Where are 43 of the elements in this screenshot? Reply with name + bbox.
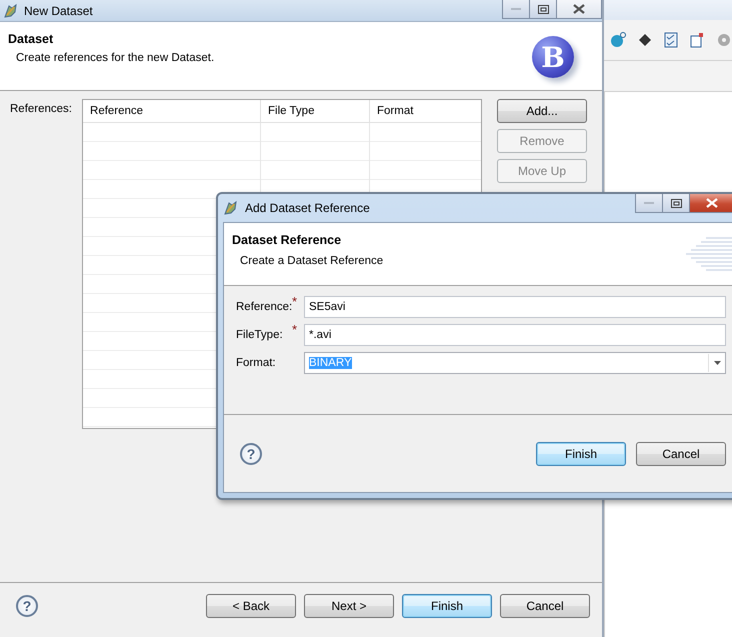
logo-icon: B	[532, 36, 574, 78]
maximize-button[interactable]	[530, 0, 557, 19]
wizard-button[interactable]: Finish	[402, 594, 492, 618]
dialog-button[interactable]: Cancel	[636, 442, 726, 466]
sphere-icon	[610, 32, 626, 48]
required-marker: *	[292, 322, 298, 337]
page-description: Create references for the new Dataset.	[15, 52, 214, 64]
close-button[interactable]	[557, 0, 602, 19]
dropdown-arrow-icon	[714, 361, 720, 365]
minimize-icon	[511, 7, 521, 11]
window-icon	[3, 2, 19, 18]
maximize-button[interactable]	[663, 194, 690, 213]
field-label: Format:	[236, 356, 276, 371]
checklist-icon	[664, 32, 678, 48]
page-title: Dataset Reference	[232, 233, 342, 247]
wizard-button[interactable]: Next >	[304, 594, 394, 618]
text-field[interactable]: SE5avi	[304, 296, 726, 318]
column-header: Reference	[83, 100, 262, 122]
page-description: Create a Dataset Reference	[239, 255, 384, 267]
field-label: FileType:	[236, 328, 283, 343]
column-header: Format	[376, 104, 414, 119]
restore-icon	[538, 4, 548, 14]
help-button[interactable]: ?	[16, 595, 38, 617]
dialog-title: Add Dataset Reference	[245, 201, 370, 215]
side-button[interactable]: Add...	[497, 99, 588, 123]
minimize-icon	[644, 201, 654, 205]
close-icon	[706, 198, 718, 208]
page-title: Dataset	[8, 32, 54, 46]
field-label: Reference:	[236, 301, 292, 315]
dialog-button[interactable]: Finish	[536, 442, 626, 466]
wizard-button[interactable]: Cancel	[500, 594, 590, 618]
wizard-button[interactable]: < Back	[206, 594, 296, 618]
column-header: File Type	[261, 100, 370, 122]
document-icon	[690, 32, 704, 48]
window-icon	[223, 200, 239, 216]
field-label: References:	[10, 102, 72, 117]
restore-icon	[670, 198, 682, 208]
close-button[interactable]	[690, 194, 732, 213]
close-icon	[573, 4, 585, 14]
help-button[interactable]: ?	[240, 442, 262, 464]
text-field[interactable]: *.avi	[304, 324, 726, 346]
required-marker: *	[292, 294, 298, 309]
window-title: New Dataset	[24, 4, 93, 18]
